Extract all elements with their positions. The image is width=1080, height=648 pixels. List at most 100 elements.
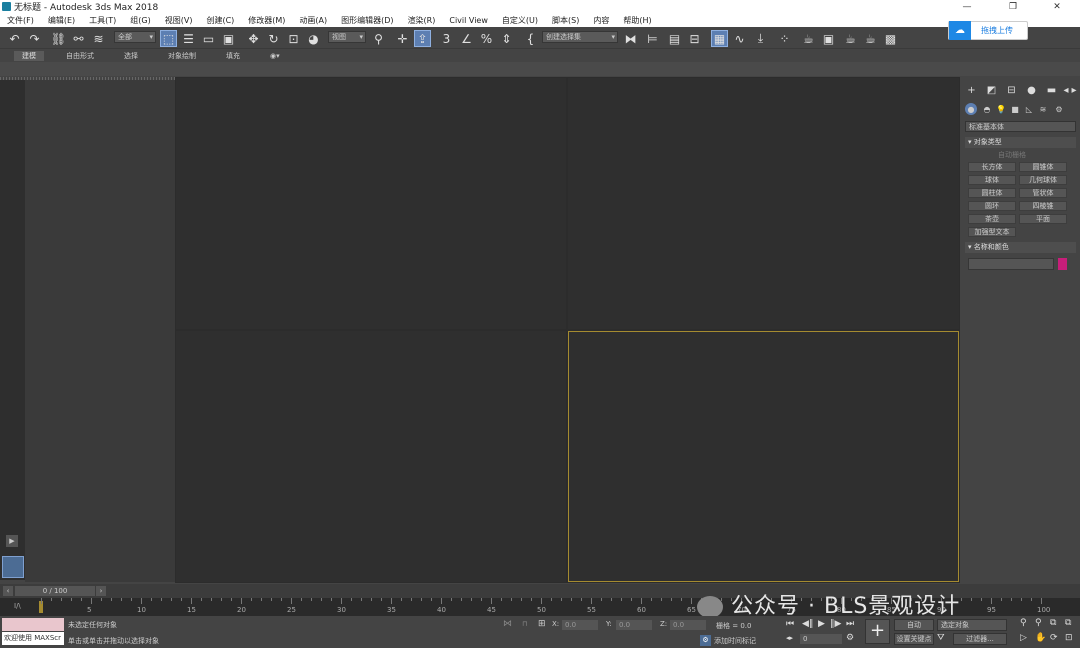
menu-edit[interactable]: 编辑(E) <box>41 15 82 26</box>
motion-tab-icon[interactable]: ● <box>1025 83 1038 97</box>
display-tab-icon[interactable]: ▬ <box>1045 83 1058 97</box>
time-next-icon[interactable]: › <box>96 586 106 596</box>
go-to-end-icon[interactable]: ⏭ <box>846 619 854 629</box>
panel-left-arrow-icon[interactable]: ◂ <box>1062 83 1070 97</box>
rendered-frame-icon[interactable]: ▣ <box>820 30 837 47</box>
time-prev-icon[interactable]: ‹ <box>3 586 13 596</box>
scale-icon[interactable]: ⊡ <box>285 30 302 47</box>
trackbar-filter-icon[interactable]: I/\ <box>14 602 21 610</box>
viewport-layout-icon[interactable] <box>2 556 24 578</box>
time-slider-frame[interactable]: 0 / 100 <box>15 586 95 596</box>
menu-civil-view[interactable]: Civil View <box>442 16 495 25</box>
set-key-icon[interactable]: + <box>865 619 890 644</box>
plane-button[interactable]: 平面 <box>1019 214 1067 224</box>
align-icon[interactable]: ⊨ <box>644 30 661 47</box>
window-crossing-icon[interactable]: ▣ <box>220 30 237 47</box>
close-button[interactable]: ✕ <box>1034 0 1080 13</box>
expand-icon[interactable]: ▶ <box>6 535 18 547</box>
move-icon[interactable]: ✥ <box>245 30 262 47</box>
next-frame-icon[interactable]: ‖▶ <box>830 619 841 629</box>
create-tab-icon[interactable]: + <box>965 83 978 97</box>
space-warps-icon[interactable]: ≋ <box>1037 103 1049 115</box>
pyramid-button[interactable]: 四棱锥 <box>1019 201 1067 211</box>
undo-icon[interactable]: ↶ <box>6 30 23 47</box>
select-manipulate-icon[interactable]: ✛ <box>394 30 411 47</box>
tab-populate[interactable]: 填充 <box>218 51 248 61</box>
y-coordinate[interactable]: 0.0 <box>616 620 652 630</box>
auto-key-button[interactable]: 自动 <box>894 619 934 631</box>
menu-content[interactable]: 内容 <box>586 15 616 26</box>
rollout-name-color[interactable]: ▾ 名称和颜色 <box>965 242 1076 253</box>
hierarchy-tab-icon[interactable]: ⊟ <box>1005 83 1018 97</box>
zoom-extents-icon[interactable]: ⧉ <box>1050 618 1056 628</box>
ribbon-toggle-icon[interactable]: ▦ <box>711 30 728 47</box>
maxscript-mini[interactable]: 欢迎使用 MAXScr <box>2 632 64 645</box>
panel-right-arrow-icon[interactable]: ▸ <box>1070 83 1078 97</box>
time-config-icon[interactable]: ⚙ <box>846 633 854 643</box>
menu-views[interactable]: 视图(V) <box>158 15 200 26</box>
bind-space-warp-icon[interactable]: ≋ <box>90 30 107 47</box>
lock-selection-icon[interactable]: ⊓ <box>522 620 527 628</box>
render-setup-icon[interactable]: ☕ <box>800 30 817 47</box>
isolate-icon[interactable]: ⋈ <box>503 619 512 629</box>
cameras-icon[interactable]: ■ <box>1009 103 1021 115</box>
geosphere-button[interactable]: 几何球体 <box>1019 175 1067 185</box>
menu-create[interactable]: 创建(C) <box>199 15 241 26</box>
keyboard-shortcut-override-icon[interactable]: ⇪ <box>414 30 431 47</box>
zoom-all-icon[interactable]: ⚲ <box>1035 618 1042 628</box>
pan-icon[interactable]: ✋ <box>1035 633 1046 643</box>
mirror-icon[interactable]: ⧓ <box>622 30 639 47</box>
textplus-button[interactable]: 加强型文本 <box>968 227 1016 237</box>
torus-button[interactable]: 圆环 <box>968 201 1016 211</box>
viewport-front[interactable] <box>568 78 959 329</box>
x-coordinate[interactable]: 0.0 <box>562 620 598 630</box>
pivot-center-icon[interactable]: ⚲ <box>370 30 387 47</box>
menu-graph-editors[interactable]: 图形编辑器(D) <box>334 15 400 26</box>
ref-coord-dropdown[interactable]: 视图 <box>328 31 366 43</box>
category-dropdown[interactable]: 标准基本体 <box>965 121 1076 132</box>
key-filter-icon[interactable]: ⛛ <box>937 633 945 643</box>
angle-snap-icon[interactable]: ∠ <box>458 30 475 47</box>
go-to-start-icon[interactable]: ⏮ <box>786 619 794 629</box>
scene-explorer-icon[interactable]: ▤ <box>666 30 683 47</box>
menu-help[interactable]: 帮助(H) <box>616 15 658 26</box>
menu-tools[interactable]: 工具(T) <box>82 15 123 26</box>
select-object-icon[interactable]: ⬚ <box>160 30 177 47</box>
rotate-icon[interactable]: ↻ <box>265 30 282 47</box>
edit-named-sets-icon[interactable]: { <box>522 30 539 47</box>
tube-button[interactable]: 管状体 <box>1019 188 1067 198</box>
ribbon-options-icon[interactable]: ◉▾ <box>262 52 288 60</box>
modify-tab-icon[interactable]: ◩ <box>985 83 998 97</box>
cylinder-button[interactable]: 圆柱体 <box>968 188 1016 198</box>
tab-object-paint[interactable]: 对象绘制 <box>160 51 204 61</box>
sphere-button[interactable]: 球体 <box>968 175 1016 185</box>
render-cloud-icon[interactable]: ▩ <box>882 30 899 47</box>
viewport-perspective[interactable] <box>568 331 959 582</box>
prev-frame-icon[interactable]: ◀‖ <box>802 619 813 629</box>
menu-file[interactable]: 文件(F) <box>0 15 41 26</box>
set-key-button[interactable]: 设置关键点 <box>894 633 934 645</box>
render-iterative-icon[interactable]: ☕ <box>862 30 879 47</box>
time-tag-icon[interactable]: ⚙ <box>700 635 711 646</box>
object-color-swatch[interactable] <box>1058 258 1067 270</box>
tab-modeling[interactable]: 建模 <box>14 51 44 61</box>
menu-modifiers[interactable]: 修改器(M) <box>241 15 292 26</box>
geometry-icon[interactable]: ● <box>965 103 977 115</box>
rollout-object-type[interactable]: ▾ 对象类型 <box>965 137 1076 148</box>
z-coordinate[interactable]: 0.0 <box>670 620 706 630</box>
maximize-viewport-icon[interactable]: ⊡ <box>1065 633 1073 643</box>
object-name-field[interactable] <box>968 258 1054 270</box>
fov-icon[interactable]: ▷ <box>1020 633 1027 643</box>
maxscript-listener[interactable] <box>2 618 64 631</box>
curve-editor-icon[interactable]: ∿ <box>731 30 748 47</box>
absolute-mode-icon[interactable]: ⊞ <box>538 619 546 629</box>
layer-explorer-icon[interactable]: ⊟ <box>686 30 703 47</box>
unlink-icon[interactable]: ⚯ <box>70 30 87 47</box>
menu-group[interactable]: 组(G) <box>123 15 157 26</box>
helpers-icon[interactable]: ◺ <box>1023 103 1035 115</box>
place-icon[interactable]: ◕ <box>305 30 322 47</box>
orbit-icon[interactable]: ⟳ <box>1050 633 1058 643</box>
select-by-name-icon[interactable]: ☰ <box>180 30 197 47</box>
current-frame-field[interactable]: 0 <box>800 634 842 644</box>
lights-icon[interactable]: 💡 <box>995 103 1007 115</box>
